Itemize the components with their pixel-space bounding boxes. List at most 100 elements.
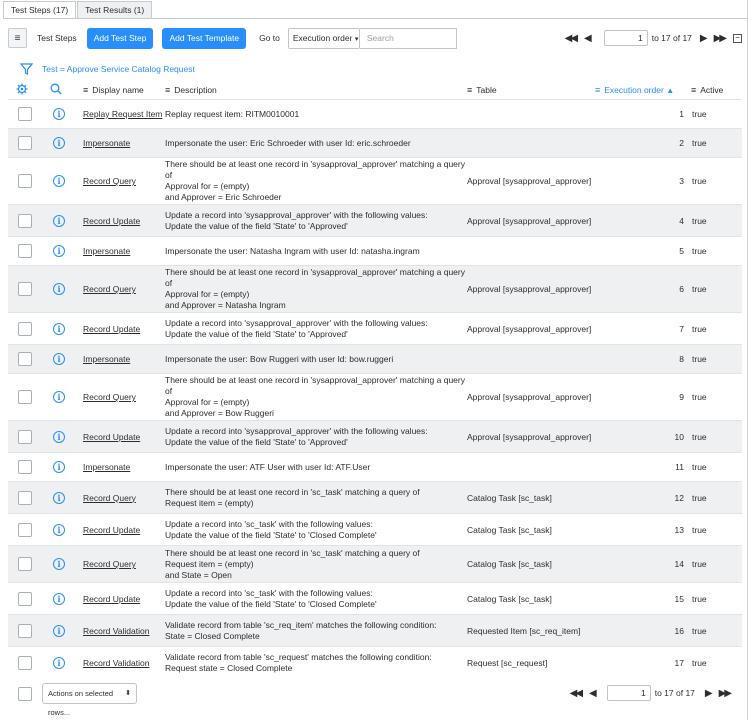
info-icon[interactable]: i bbox=[53, 491, 65, 504]
info-icon[interactable]: i bbox=[53, 592, 65, 605]
list-menu-button[interactable]: ≡ bbox=[8, 28, 27, 48]
active-cell: true bbox=[692, 284, 707, 294]
info-icon[interactable]: i bbox=[53, 245, 65, 257]
table-cell: Request [sc_request] bbox=[467, 657, 548, 668]
search-input[interactable]: Search bbox=[359, 27, 457, 49]
display-name-link[interactable]: Record Update bbox=[83, 525, 140, 535]
table-header: ≡ Display name ≡ Description ≡ Table ≡ Execu… bbox=[8, 80, 742, 100]
previous-page-icon[interactable]: ◀ bbox=[589, 688, 597, 699]
display-name-link[interactable]: Record Query bbox=[83, 493, 136, 503]
personalize-list-icon[interactable] bbox=[16, 83, 28, 97]
display-name-link[interactable]: Impersonate bbox=[83, 246, 130, 256]
row-checkbox[interactable] bbox=[18, 244, 32, 258]
display-name-link[interactable]: Record Validation bbox=[83, 626, 149, 636]
column-header-description[interactable]: ≡ Description bbox=[165, 85, 217, 95]
select-all-checkbox[interactable] bbox=[18, 687, 32, 701]
column-menu-icon[interactable]: ≡ bbox=[467, 85, 472, 95]
row-checkbox[interactable] bbox=[18, 107, 32, 121]
collapse-icon[interactable]: − bbox=[733, 33, 742, 43]
row-checkbox[interactable] bbox=[18, 136, 32, 150]
info-icon[interactable]: i bbox=[53, 656, 65, 669]
first-page-icon[interactable]: ◀◀ bbox=[570, 688, 583, 699]
info-icon[interactable]: i bbox=[53, 624, 65, 637]
display-name-link[interactable]: Record Update bbox=[83, 216, 140, 226]
add-test-step-button[interactable]: Add Test Step bbox=[86, 27, 154, 49]
info-icon[interactable]: i bbox=[53, 353, 65, 365]
row-checkbox[interactable] bbox=[18, 174, 32, 188]
search-icon[interactable] bbox=[50, 83, 62, 97]
info-icon[interactable]: i bbox=[53, 461, 65, 473]
page-number-input[interactable]: 1 bbox=[603, 30, 648, 46]
next-page-icon[interactable]: ▶ bbox=[705, 688, 713, 699]
last-page-icon[interactable]: ▶▶ bbox=[719, 688, 732, 699]
row-checkbox[interactable] bbox=[18, 591, 32, 606]
display-name-link[interactable]: Record Query bbox=[83, 176, 136, 186]
column-header-table[interactable]: ≡ Table bbox=[467, 85, 497, 95]
display-name-link[interactable]: Impersonate bbox=[83, 138, 130, 148]
description-cell: Update a record into 'sc_task' with the … bbox=[165, 518, 377, 540]
column-header-active[interactable]: ≡ Active bbox=[691, 85, 723, 95]
row-checkbox[interactable] bbox=[18, 460, 32, 474]
row-checkbox[interactable] bbox=[18, 282, 32, 296]
display-name-link[interactable]: Record Update bbox=[83, 594, 140, 604]
table-cell: Approval [sysapproval_approver] bbox=[467, 284, 592, 294]
filter-icon[interactable] bbox=[20, 63, 33, 75]
add-test-template-button[interactable]: Add Test Template bbox=[162, 27, 247, 49]
tab-test-steps[interactable]: Test Steps (17) bbox=[3, 1, 77, 19]
column-menu-icon[interactable]: ≡ bbox=[165, 85, 170, 95]
row-checkbox[interactable] bbox=[18, 390, 32, 404]
column-header-execution-order[interactable]: ≡ Execution order ▲ bbox=[595, 85, 674, 95]
info-icon[interactable]: i bbox=[53, 558, 65, 570]
tab-test-results[interactable]: Test Results (1) bbox=[77, 1, 153, 18]
row-checkbox[interactable] bbox=[18, 522, 32, 537]
description-cell: Update a record into 'sysapproval_approv… bbox=[165, 209, 428, 231]
info-icon[interactable]: i bbox=[53, 430, 65, 443]
filter-condition-link[interactable]: Test = Approve Service Catalog Request bbox=[42, 64, 195, 74]
table-row: i Record Query There should be at least on… bbox=[8, 265, 742, 312]
info-icon[interactable]: i bbox=[53, 391, 65, 403]
info-icon[interactable]: i bbox=[53, 175, 65, 187]
info-icon[interactable]: i bbox=[53, 214, 65, 227]
select-arrows-icon: ⬍ bbox=[125, 690, 131, 697]
display-name-link[interactable]: Record Query bbox=[83, 392, 136, 402]
row-checkbox[interactable] bbox=[18, 429, 32, 444]
column-label: Execution order bbox=[604, 85, 664, 95]
table-row: i Record Validation Validate record from t… bbox=[8, 614, 742, 646]
row-checkbox[interactable] bbox=[18, 213, 32, 228]
table-row: i Impersonate Impersonate the user: ATF Us… bbox=[8, 452, 742, 481]
info-icon[interactable]: i bbox=[53, 322, 65, 335]
row-checkbox[interactable] bbox=[18, 321, 32, 336]
info-icon[interactable]: i bbox=[53, 283, 65, 295]
display-name-link[interactable]: Impersonate bbox=[83, 354, 130, 364]
column-header-display-name[interactable]: ≡ Display name bbox=[83, 85, 144, 95]
row-checkbox[interactable] bbox=[18, 490, 32, 505]
description-cell: Validate record from table 'sc_request' … bbox=[165, 651, 432, 673]
display-name-link[interactable]: Record Query bbox=[83, 284, 136, 294]
column-menu-icon[interactable]: ≡ bbox=[691, 85, 696, 95]
display-name-link[interactable]: Record Update bbox=[83, 432, 140, 442]
next-page-icon[interactable]: ▶ bbox=[700, 33, 708, 44]
list-footer: Actions on selected rows... ⬍ ◀◀ ◀ 1 to … bbox=[8, 680, 742, 717]
info-icon[interactable]: i bbox=[53, 137, 65, 149]
goto-field-select[interactable]: Execution order ▾ bbox=[287, 27, 360, 49]
page-number-input[interactable]: 1 bbox=[606, 685, 651, 701]
display-name-link[interactable]: Record Validation bbox=[83, 658, 149, 668]
info-icon[interactable]: i bbox=[53, 523, 65, 536]
previous-page-icon[interactable]: ◀ bbox=[584, 33, 592, 44]
active-cell: true bbox=[692, 392, 707, 402]
row-checkbox[interactable] bbox=[18, 557, 32, 571]
last-page-icon[interactable]: ▶▶ bbox=[714, 33, 727, 44]
display-name-link[interactable]: Replay Request Item bbox=[83, 109, 162, 119]
actions-select[interactable]: Actions on selected rows... ⬍ bbox=[42, 683, 137, 717]
info-icon[interactable]: i bbox=[53, 108, 65, 120]
display-name-link[interactable]: Record Query bbox=[83, 559, 136, 569]
tab-bar: Test Steps (17) Test Results (1) bbox=[3, 1, 153, 19]
row-checkbox[interactable] bbox=[18, 352, 32, 366]
row-checkbox[interactable] bbox=[18, 655, 32, 670]
row-checkbox[interactable] bbox=[18, 623, 32, 638]
column-menu-icon[interactable]: ≡ bbox=[83, 85, 88, 95]
display-name-link[interactable]: Record Update bbox=[83, 324, 140, 334]
display-name-link[interactable]: Impersonate bbox=[83, 462, 130, 472]
column-menu-icon[interactable]: ≡ bbox=[595, 85, 600, 95]
first-page-icon[interactable]: ◀◀ bbox=[565, 33, 578, 44]
